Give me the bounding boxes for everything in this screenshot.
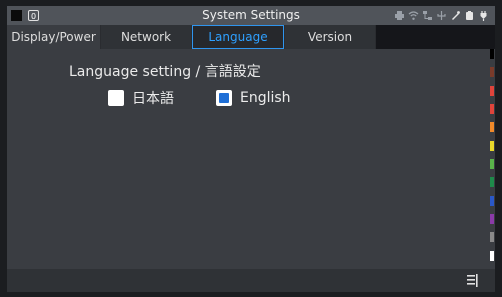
network-icon — [423, 11, 432, 20]
color-swatch — [490, 159, 494, 169]
color-swatch — [490, 49, 494, 59]
language-option-english[interactable]: English — [216, 89, 291, 107]
wifi-icon — [408, 11, 419, 20]
english-label: English — [240, 90, 291, 106]
tab-language[interactable]: Language — [192, 25, 284, 49]
bottom-bar — [7, 269, 495, 292]
color-swatch — [490, 196, 494, 206]
language-option-japanese[interactable]: 日本語 — [108, 89, 174, 107]
japanese-checkbox[interactable] — [108, 90, 124, 106]
pen-icon — [452, 11, 460, 20]
english-checkbox[interactable] — [216, 90, 232, 106]
color-swatch — [490, 141, 494, 151]
printer-icon — [395, 11, 404, 20]
color-strip — [490, 49, 495, 269]
japanese-label: 日本語 — [132, 91, 174, 107]
color-swatch — [490, 122, 494, 132]
tab-network[interactable]: Network — [101, 25, 191, 49]
tab-version[interactable]: Version — [285, 25, 375, 49]
language-setting-heading: Language setting / 言語設定 — [69, 64, 261, 80]
menu-icon[interactable] — [465, 273, 479, 288]
color-swatch — [490, 177, 494, 187]
title-bar: 0 System Settings — [7, 6, 495, 25]
usb-icon — [437, 11, 446, 20]
color-swatch — [490, 67, 494, 77]
color-swatch — [490, 232, 494, 242]
tab-bar-filler — [376, 25, 495, 49]
color-swatch — [490, 104, 494, 114]
color-swatch — [490, 86, 494, 96]
color-swatch — [490, 214, 494, 224]
tab-bar: Display/Power Network Language Version — [7, 25, 495, 49]
plug-icon — [480, 11, 487, 21]
settings-window: 0 System Settings Display/Power Network … — [7, 6, 495, 292]
status-icons — [394, 6, 489, 25]
color-swatch — [490, 251, 494, 261]
tab-display-power[interactable]: Display/Power — [7, 25, 100, 49]
battery-icon — [466, 11, 473, 20]
